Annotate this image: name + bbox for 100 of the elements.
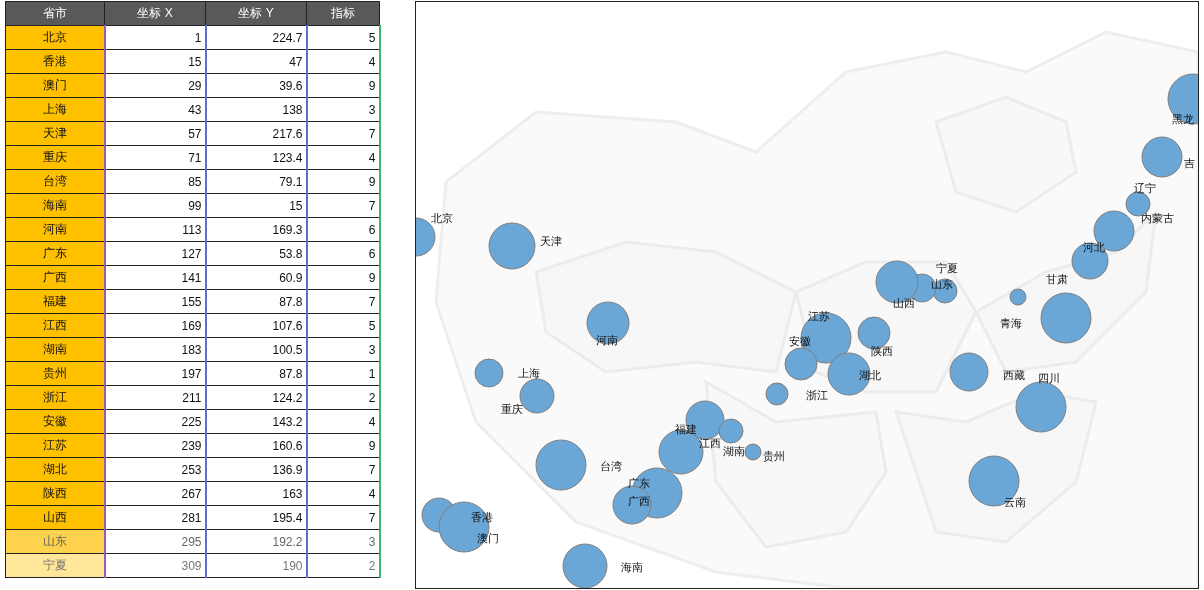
province-cell: 海南 xyxy=(5,193,105,218)
table-cell: 2 xyxy=(306,385,380,410)
data-label: 黑龙 xyxy=(1172,113,1194,125)
bubble xyxy=(1071,242,1109,280)
bubble xyxy=(1009,288,1027,306)
province-cell: 澳门 xyxy=(5,73,105,98)
table-cell: 9 xyxy=(306,265,380,290)
data-label: 上海 xyxy=(518,367,540,379)
bubble xyxy=(949,352,989,392)
table-cell: 9 xyxy=(306,169,380,194)
table-cell: 60.9 xyxy=(205,265,307,290)
bubble xyxy=(765,382,789,406)
bubble xyxy=(474,358,504,388)
data-label: 山西 xyxy=(893,297,915,309)
data-label: 青海 xyxy=(1000,317,1022,329)
table-cell: 7 xyxy=(306,121,380,146)
province-cell: 上海 xyxy=(5,97,105,122)
table-cell: 7 xyxy=(306,505,380,530)
province-cell: 陕西 xyxy=(5,481,105,506)
table-cell: 195.4 xyxy=(205,505,307,530)
table-cell: 7 xyxy=(306,193,380,218)
table-cell: 127 xyxy=(104,241,206,266)
data-label: 四川 xyxy=(1038,372,1060,384)
table-cell: 169 xyxy=(104,313,206,338)
table-cell: 138 xyxy=(205,97,307,122)
table-cell: 47 xyxy=(205,49,307,74)
table-cell: 309 xyxy=(104,553,206,578)
data-label: 内蒙古 xyxy=(1141,212,1174,224)
data-label: 湖北 xyxy=(859,369,881,381)
data-label: 安徽 xyxy=(789,335,811,347)
table-cell: 3 xyxy=(306,529,380,554)
province-cell: 安徽 xyxy=(5,409,105,434)
province-cell: 广东 xyxy=(5,241,105,266)
table-cell: 160.6 xyxy=(205,433,307,458)
data-label: 辽宁 xyxy=(1134,182,1156,194)
table-cell: 15 xyxy=(104,49,206,74)
table-cell: 53.8 xyxy=(205,241,307,266)
province-cell: 北京 xyxy=(5,25,105,50)
province-cell: 河南 xyxy=(5,217,105,242)
province-cell: 湖南 xyxy=(5,337,105,362)
bubble xyxy=(827,352,871,396)
data-label: 河南 xyxy=(596,334,618,346)
table-cell: 190 xyxy=(205,553,307,578)
data-label: 江西 xyxy=(699,437,721,449)
data-label: 天津 xyxy=(540,235,562,247)
province-cell: 香港 xyxy=(5,49,105,74)
table-cell: 1 xyxy=(104,25,206,50)
bubble xyxy=(562,543,608,588)
data-label: 澳门 xyxy=(477,532,499,544)
table-cell: 15 xyxy=(205,193,307,218)
table-cell: 5 xyxy=(306,313,380,338)
data-label: 宁夏 xyxy=(936,262,958,274)
table-cell: 239 xyxy=(104,433,206,458)
province-cell: 宁夏 xyxy=(5,553,105,578)
bubble xyxy=(586,301,630,345)
province-cell: 山西 xyxy=(5,505,105,530)
table-cell: 9 xyxy=(306,73,380,98)
table-cell: 123.4 xyxy=(205,145,307,170)
data-label: 西藏 xyxy=(1003,369,1025,381)
table-cell: 253 xyxy=(104,457,206,482)
data-label: 贵州 xyxy=(763,450,785,462)
province-cell: 湖北 xyxy=(5,457,105,482)
province-cell: 贵州 xyxy=(5,361,105,386)
table-cell: 169.3 xyxy=(205,217,307,242)
province-cell: 台湾 xyxy=(5,169,105,194)
table-cell: 43 xyxy=(104,97,206,122)
table-cell: 4 xyxy=(306,49,380,74)
province-cell: 广西 xyxy=(5,265,105,290)
table-cell: 87.8 xyxy=(205,289,307,314)
bubble xyxy=(488,222,536,270)
province-cell: 天津 xyxy=(5,121,105,146)
table-cell: 225 xyxy=(104,409,206,434)
table-cell: 7 xyxy=(306,457,380,482)
data-label: 云南 xyxy=(1004,496,1026,508)
bubble xyxy=(1141,136,1183,178)
bubble xyxy=(535,439,587,491)
table-cell: 6 xyxy=(306,217,380,242)
data-label: 广西 xyxy=(628,495,650,507)
data-label: 海南 xyxy=(621,561,643,573)
column-header: 指标 xyxy=(306,1,380,26)
table-cell: 100.5 xyxy=(205,337,307,362)
column-header: 坐标 Y xyxy=(205,1,307,26)
table-cell: 224.7 xyxy=(205,25,307,50)
column-header: 省市 xyxy=(5,1,105,26)
column-header: 坐标 X xyxy=(104,1,206,26)
data-label: 广东 xyxy=(628,477,650,489)
table-cell: 5 xyxy=(306,25,380,50)
data-label: 山东 xyxy=(931,278,953,290)
table-cell: 2 xyxy=(306,553,380,578)
data-label: 河北 xyxy=(1083,241,1105,253)
table-cell: 155 xyxy=(104,289,206,314)
table-cell: 267 xyxy=(104,481,206,506)
table-cell: 39.6 xyxy=(205,73,307,98)
table-cell: 4 xyxy=(306,409,380,434)
table-cell: 3 xyxy=(306,337,380,362)
table-cell: 4 xyxy=(306,481,380,506)
bubble xyxy=(1040,292,1092,344)
table-cell: 136.9 xyxy=(205,457,307,482)
table-cell: 163 xyxy=(205,481,307,506)
table-cell: 85 xyxy=(104,169,206,194)
